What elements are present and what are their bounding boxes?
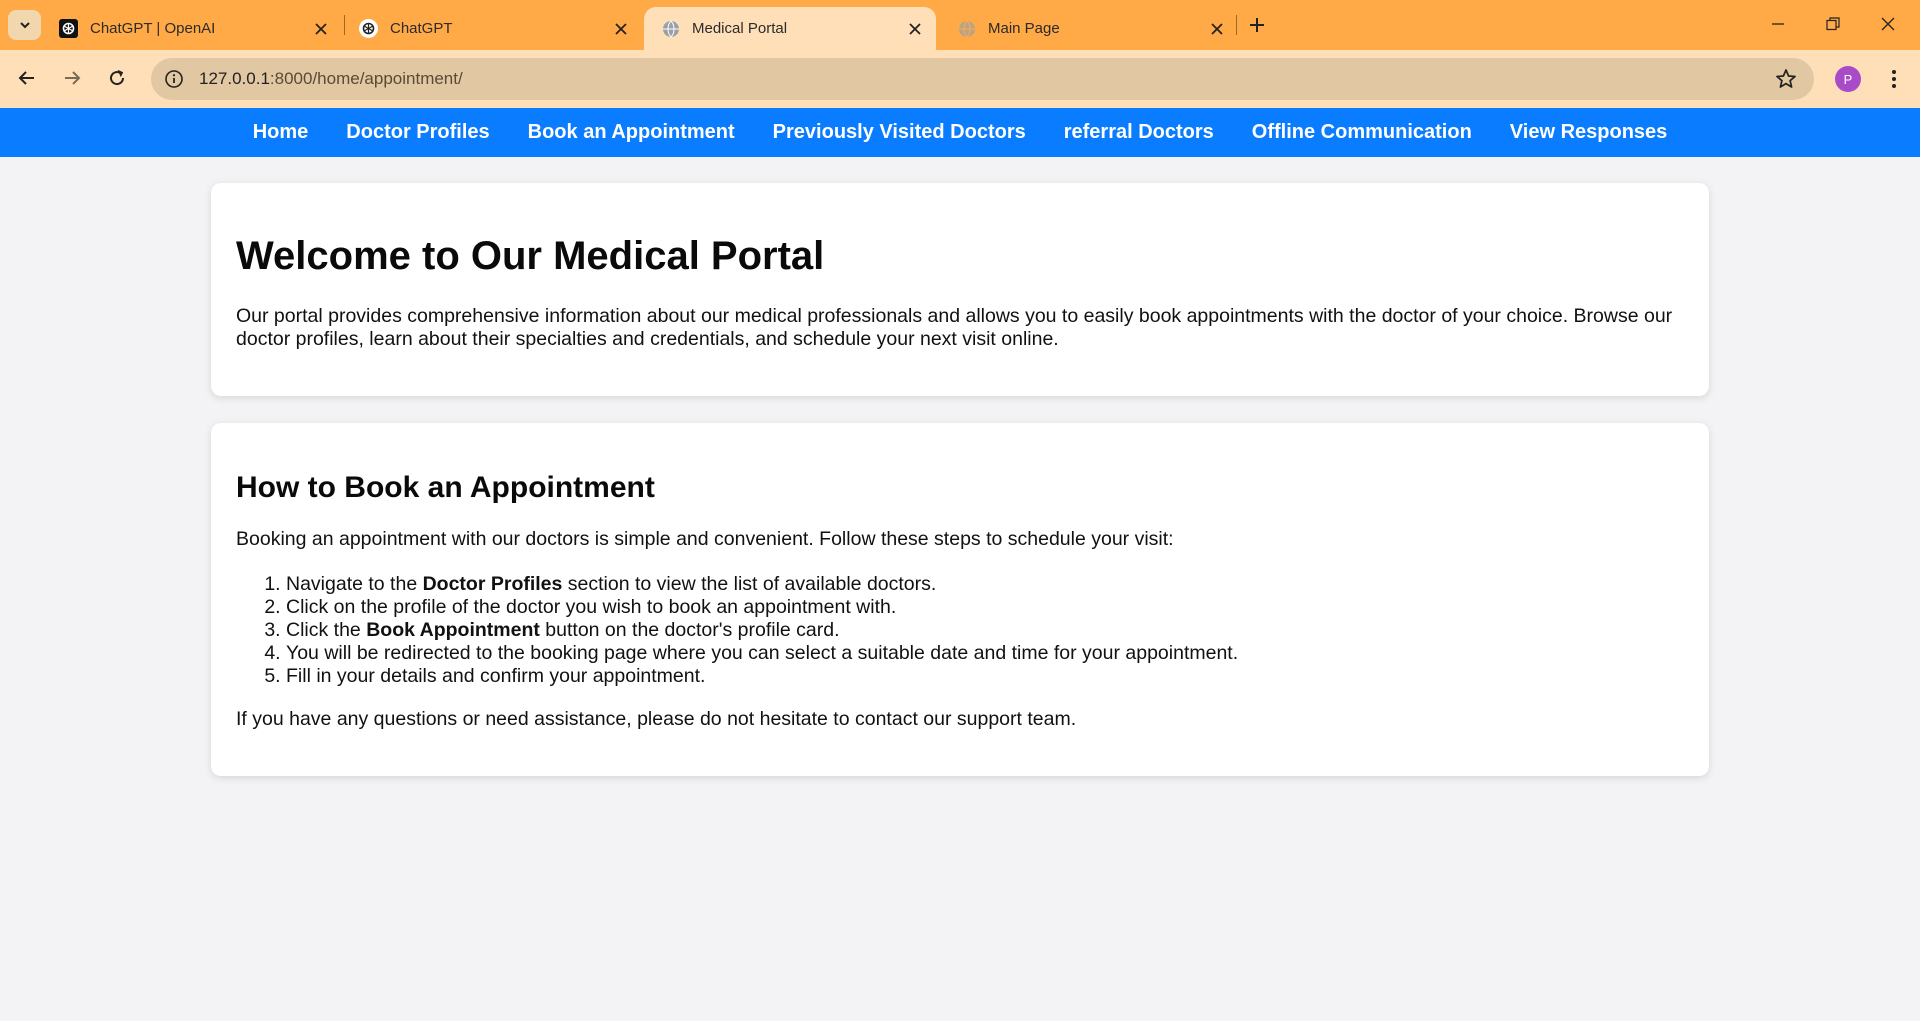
globe-icon: [957, 19, 976, 38]
list-item: Click on the profile of the doctor you w…: [286, 596, 1684, 619]
step-text: Click the: [286, 619, 367, 641]
openai-icon: [359, 19, 378, 38]
nav-offline-communication[interactable]: Offline Communication: [1233, 121, 1491, 144]
tab-chatgpt[interactable]: ChatGPT: [342, 7, 642, 50]
list-item: Fill in your details and confirm your ap…: [286, 665, 1684, 688]
info-icon[interactable]: [161, 66, 187, 92]
close-icon[interactable]: [312, 20, 330, 38]
step-bold-text: Doctor Profiles: [422, 573, 563, 595]
url-path: :8000/home/appointment/: [269, 69, 463, 88]
minimize-icon: [1771, 17, 1785, 31]
welcome-heading: Welcome to Our Medical Portal: [236, 234, 825, 278]
minimize-button[interactable]: [1758, 8, 1798, 40]
nav-book-appointment[interactable]: Book an Appointment: [509, 121, 754, 144]
list-item: Navigate to the Doctor Profiles section …: [286, 573, 1684, 596]
tab-title: Main Page: [988, 20, 1060, 37]
new-tab-button[interactable]: [1244, 12, 1270, 38]
step-text: Click on the profile of the doctor you w…: [286, 596, 897, 618]
tab-title: Medical Portal: [692, 20, 788, 37]
welcome-text: Our portal provides comprehensive inform…: [236, 305, 1673, 350]
restore-icon: [1826, 17, 1840, 31]
tab-main-page[interactable]: Main Page: [940, 7, 1238, 50]
how-to-intro: Booking an appointment with our doctors …: [236, 528, 1174, 550]
chevron-down-icon: [18, 18, 32, 32]
restore-button[interactable]: [1813, 8, 1853, 40]
plus-icon: [1249, 17, 1265, 33]
step-text: section to view the list of available do…: [562, 573, 937, 595]
tab-chatgpt-openai[interactable]: ChatGPT | OpenAI: [42, 7, 342, 50]
close-icon: [1881, 17, 1895, 31]
nav-referral-doctors[interactable]: referral Doctors: [1045, 121, 1233, 144]
reload-icon: [108, 69, 126, 87]
tab-title: ChatGPT | OpenAI: [90, 20, 216, 37]
globe-icon: [661, 19, 680, 38]
nav-view-responses[interactable]: View Responses: [1491, 121, 1686, 144]
arrow-right-icon: [63, 69, 81, 87]
browser-menu-button[interactable]: [1879, 64, 1909, 94]
address-bar[interactable]: 127.0.0.1:8000/home/appointment/: [151, 58, 1814, 100]
more-vertical-icon: [1891, 69, 1897, 89]
how-to-book-card: How to Book an Appointment Booking an ap…: [211, 423, 1709, 776]
close-icon[interactable]: [906, 20, 924, 38]
tab-search-button[interactable]: [8, 10, 41, 40]
list-item: You will be redirected to the booking pa…: [286, 642, 1684, 665]
url-host: 127.0.0.1: [199, 69, 270, 88]
nav-previously-visited-doctors[interactable]: Previously Visited Doctors: [754, 121, 1045, 144]
openai-icon: [59, 19, 78, 38]
nav-home[interactable]: Home: [234, 121, 328, 144]
close-icon[interactable]: [612, 20, 630, 38]
back-button[interactable]: [10, 61, 44, 95]
bookmark-star-icon[interactable]: [1774, 67, 1798, 91]
welcome-card: Welcome to Our Medical Portal Our portal…: [211, 183, 1709, 396]
tab-separator: [1236, 15, 1237, 35]
booking-steps-list: Navigate to the Doctor Profiles section …: [286, 573, 1684, 688]
site-nav: Home Doctor Profiles Book an Appointment…: [0, 108, 1920, 157]
browser-toolbar: 127.0.0.1:8000/home/appointment/ P: [0, 50, 1920, 108]
arrow-left-icon: [18, 69, 36, 87]
url-text[interactable]: 127.0.0.1:8000/home/appointment/: [199, 69, 463, 89]
tab-strip: ChatGPT | OpenAI ChatGPT Medical Portal …: [0, 0, 1920, 50]
reload-button[interactable]: [100, 61, 134, 95]
close-icon[interactable]: [1208, 20, 1226, 38]
step-text: Fill in your details and confirm your ap…: [286, 665, 706, 687]
how-to-heading: How to Book an Appointment: [236, 471, 655, 504]
nav-doctor-profiles[interactable]: Doctor Profiles: [327, 121, 508, 144]
profile-avatar[interactable]: P: [1835, 66, 1861, 92]
window-close-button[interactable]: [1868, 8, 1908, 40]
step-text: Navigate to the: [286, 573, 423, 595]
forward-button[interactable]: [55, 61, 89, 95]
step-text: You will be redirected to the booking pa…: [286, 642, 1239, 664]
step-text: button on the doctor's profile card.: [539, 619, 840, 641]
how-to-outro: If you have any questions or need assist…: [236, 708, 1077, 730]
tab-medical-portal[interactable]: Medical Portal: [644, 7, 936, 50]
list-item: Click the Book Appointment button on the…: [286, 619, 1684, 642]
step-bold-text: Book Appointment: [366, 619, 540, 641]
tab-title: ChatGPT: [390, 20, 453, 37]
